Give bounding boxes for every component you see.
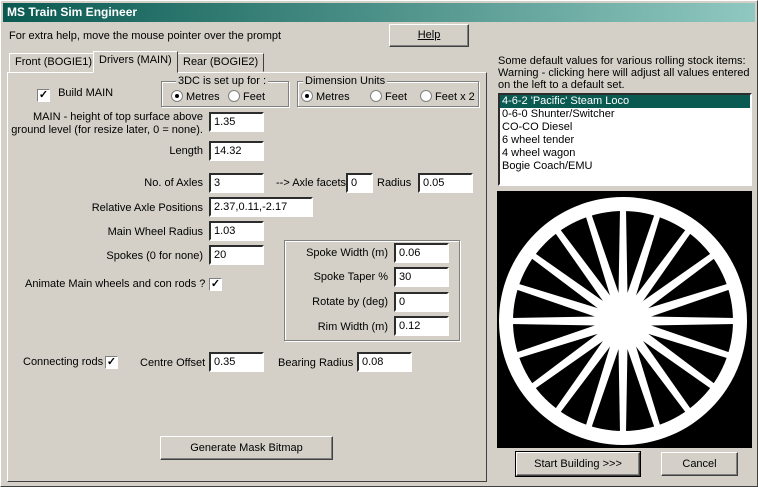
tab-drivers-main[interactable]: Drivers (MAIN) (93, 51, 178, 73)
axle-facets-label: --> Axle facets (276, 177, 347, 189)
list-item-bogie-coach[interactable]: Bogie Coach/EMU (500, 160, 750, 173)
radio-units-metres-label: Metres (316, 91, 350, 103)
length-input[interactable]: 14.32 (209, 141, 264, 161)
rotate-by-label: Rotate by (deg) (312, 296, 388, 308)
radius-label: Radius (377, 177, 412, 189)
list-item-6-wheel-tender[interactable]: 6 wheel tender (500, 134, 750, 147)
wheel-radius-input[interactable]: 1.03 (209, 221, 264, 241)
setup-3dc-title: 3DC is set up for : (176, 75, 269, 87)
list-item-shunter[interactable]: 0-6-0 Shunter/Switcher (500, 108, 750, 121)
radio-units-metres-dot[interactable] (301, 90, 313, 102)
defaults-info-line-1: Some default values for various rolling … (498, 55, 746, 67)
radio-3dc-metres-dot[interactable] (171, 90, 183, 102)
radius-input[interactable]: 0.05 (418, 173, 473, 193)
connecting-rods-label: Connecting rods (23, 356, 104, 368)
wheel-radius-label: Main Wheel Radius (107, 226, 203, 238)
rim-width-label: Rim Width (m) (317, 321, 388, 333)
start-building-button[interactable]: Start Building >>> (515, 451, 641, 477)
main-height-label: MAIN - height of top surface above groun… (11, 111, 203, 136)
dimension-units-title: Dimension Units (303, 75, 388, 87)
spoke-taper-input[interactable]: 30 (394, 267, 449, 287)
window-title: MS Train Sim Engineer (7, 5, 138, 19)
build-main-checkbox[interactable]: ✓ Build MAIN (37, 87, 113, 102)
defaults-info-line-3: on the left to a default set. (498, 79, 625, 91)
generate-mask-button[interactable]: Generate Mask Bitmap (160, 436, 333, 460)
help-hint: For extra help, move the mouse pointer o… (9, 30, 282, 42)
list-item-coco-diesel[interactable]: CO-CO Diesel (500, 121, 750, 134)
length-label: Length (169, 145, 203, 157)
radio-units-feet-x2-dot[interactable] (420, 90, 432, 102)
list-item-pacific[interactable]: 4-6-2 'Pacific' Steam Loco (500, 95, 750, 108)
title-bar: MS Train Sim Engineer (3, 3, 755, 22)
main-window: MS Train Sim Engineer For extra help, mo… (0, 0, 758, 487)
axle-positions-label: Relative Axle Positions (91, 202, 203, 214)
axle-facets-input[interactable]: 0 (346, 173, 373, 193)
spoke-taper-label: Spoke Taper % (313, 271, 388, 283)
spoke-width-label: Spoke Width (m) (306, 247, 388, 259)
connecting-rods-checkbox[interactable]: ✓ (105, 356, 118, 369)
centre-offset-input[interactable]: 0.35 (209, 352, 264, 372)
tab-front-bogie1[interactable]: Front (BOGIE1) (9, 53, 99, 72)
defaults-listbox[interactable]: 4-6-2 'Pacific' Steam Loco 0-6-0 Shunter… (498, 93, 752, 186)
wheel-preview-icon (499, 197, 747, 445)
radio-3dc-feet[interactable]: Feet (228, 90, 265, 103)
radio-3dc-feet-dot[interactable] (228, 90, 240, 102)
bearing-radius-input[interactable]: 0.08 (357, 352, 412, 372)
radio-units-metres[interactable]: Metres (301, 90, 350, 103)
defaults-info: Some default values for various rolling … (498, 55, 750, 91)
radio-units-feet-x2[interactable]: Feet x 2 (420, 90, 475, 103)
axles-input[interactable]: 3 (209, 173, 264, 193)
help-button[interactable]: Help (389, 24, 469, 47)
wheel-spoke (511, 316, 597, 326)
wheel-preview (497, 191, 752, 448)
defaults-info-line-2: Warning - clicking here will adjust all … (498, 67, 750, 79)
cancel-button[interactable]: Cancel (661, 452, 738, 476)
axle-positions-input[interactable]: 2.37,0.11,-2.17 (209, 197, 313, 217)
main-height-input[interactable]: 1.35 (209, 112, 264, 132)
build-main-label: Build MAIN (58, 87, 114, 99)
list-item-4-wheel-wagon[interactable]: 4 wheel wagon (500, 147, 750, 160)
wheel-spoke (618, 209, 628, 295)
wheel-spoke (649, 316, 735, 326)
radio-3dc-feet-label: Feet (243, 91, 266, 103)
radio-units-feet-label: Feet (385, 91, 408, 103)
help-button-label: Help (417, 29, 441, 41)
tab-rear-bogie2[interactable]: Rear (BOGIE2) (177, 53, 265, 72)
animate-label: Animate Main wheels and con rods ? (25, 278, 206, 290)
rim-width-input[interactable]: 0.12 (394, 316, 449, 336)
spokes-input[interactable]: 20 (209, 245, 264, 265)
radio-units-feet-dot[interactable] (370, 90, 382, 102)
bearing-radius-label: Bearing Radius (278, 357, 354, 369)
centre-offset-label: Centre Offset (140, 357, 206, 369)
axles-label: No. of Axles (144, 177, 203, 189)
spokes-label: Spokes (0 for none) (106, 250, 203, 262)
radio-3dc-metres-label: Metres (186, 91, 220, 103)
rotate-by-input[interactable]: 0 (394, 292, 449, 312)
animate-checkbox[interactable]: ✓ (209, 278, 222, 291)
radio-units-feet[interactable]: Feet (370, 90, 407, 103)
spoke-width-input[interactable]: 0.06 (394, 243, 449, 263)
radio-units-feet-x2-label: Feet x 2 (435, 91, 475, 103)
radio-3dc-metres[interactable]: Metres (171, 90, 220, 103)
build-main-check[interactable]: ✓ (37, 89, 50, 102)
wheel-spoke (618, 347, 628, 433)
wheel-hub (595, 293, 651, 349)
